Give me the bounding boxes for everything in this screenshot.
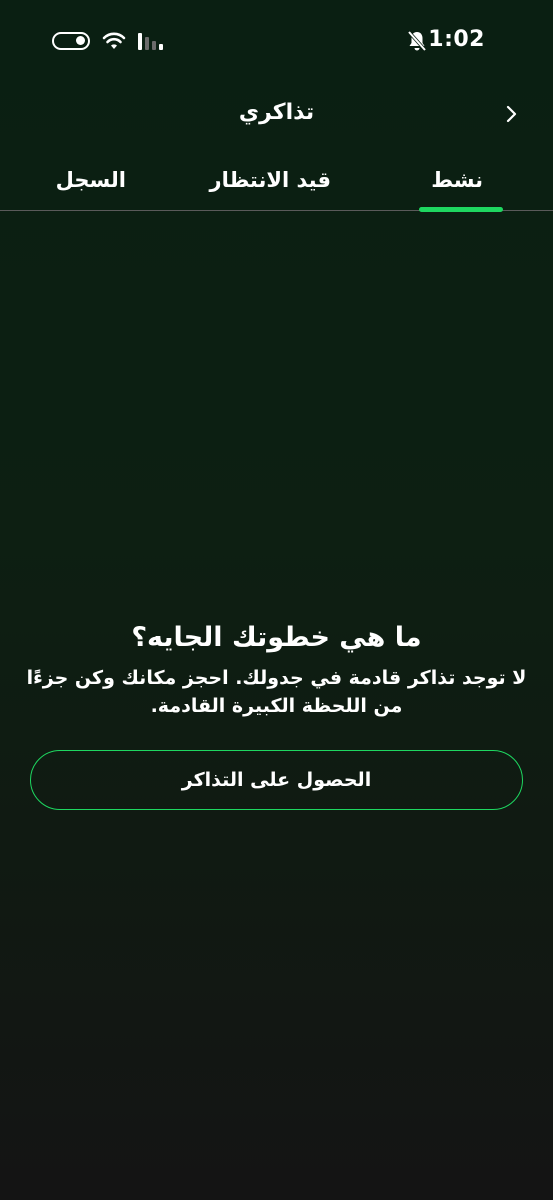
- status-icons-left: [52, 31, 163, 51]
- page-title: تذاكري: [238, 100, 315, 125]
- toggle-icon: [52, 32, 90, 50]
- status-time: 1:02: [428, 27, 485, 52]
- empty-state-heading: ما هي خطوتك الجايه؟: [131, 622, 422, 653]
- bell-off-icon: [407, 30, 427, 52]
- get-tickets-button[interactable]: الحصول على التذاكر: [30, 750, 523, 810]
- empty-state: ما هي خطوتك الجايه؟ لا توجد تذاكر قادمة …: [24, 618, 529, 720]
- status-bar: 1:02: [0, 0, 553, 80]
- tab-indicator: [419, 207, 503, 212]
- screen: 1:02 تذاكري نشط قيد الانتظار السجل ما هي…: [0, 0, 553, 1200]
- wifi-icon: [102, 32, 126, 49]
- tab-active[interactable]: نشط: [431, 168, 483, 192]
- signal-icon: [138, 32, 163, 50]
- empty-state-body: لا توجد تذاكر قادمة في جدولك. احجز مكانك…: [26, 667, 527, 717]
- tab-bar: نشط قيد الانتظار السجل: [0, 160, 553, 212]
- header: تذاكري: [0, 90, 553, 138]
- tab-pending[interactable]: قيد الانتظار: [210, 168, 332, 192]
- tab-history[interactable]: السجل: [56, 168, 126, 192]
